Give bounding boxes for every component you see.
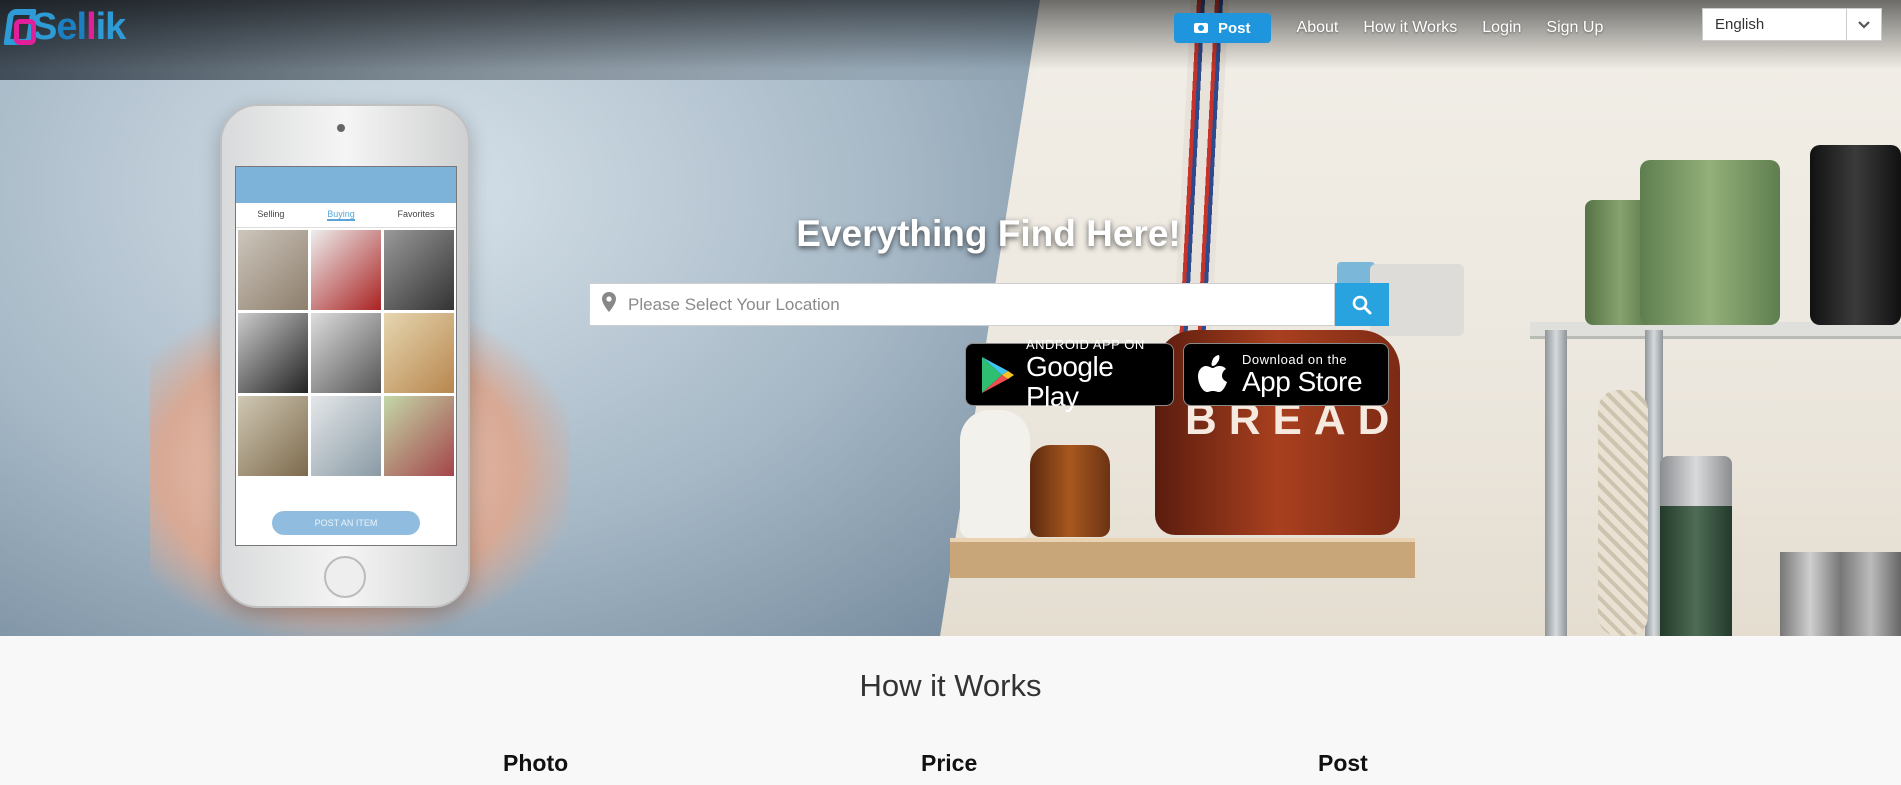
shelf-decor — [950, 538, 1415, 578]
google-play-small-text: ANDROID APP ON — [1025, 337, 1145, 352]
phone-mockup: Selling Buying Favorites POST AN ITEM — [220, 104, 470, 608]
nav-how-it-works[interactable]: How it Works — [1363, 19, 1457, 37]
logo-mark-icon — [3, 5, 38, 49]
phone-app-bar — [236, 167, 456, 203]
language-selected: English — [1715, 16, 1765, 33]
step-post-title: Post — [1318, 750, 1368, 776]
play-icon — [981, 356, 1014, 393]
item-thumbnail — [238, 396, 308, 476]
pipe-decor — [1545, 330, 1567, 636]
nav-login[interactable]: Login — [1482, 19, 1521, 37]
pot-decor — [1030, 445, 1110, 537]
search-icon — [1352, 295, 1372, 314]
site-logo[interactable]: Sellik — [3, 2, 126, 52]
map-pin-icon — [602, 292, 616, 317]
rope-decor — [1598, 390, 1648, 636]
item-thumbnail — [311, 313, 381, 393]
chevron-down-icon[interactable] — [1846, 9, 1881, 40]
logo-text: Sellik — [32, 5, 126, 48]
location-search — [589, 283, 1389, 326]
google-play-badge[interactable]: ANDROID APP ON Google Play — [965, 337, 1174, 412]
item-thumbnail — [238, 313, 308, 393]
search-button[interactable] — [1335, 283, 1389, 326]
app-store-small-text: Download on the — [1242, 352, 1348, 367]
location-field[interactable] — [589, 283, 1335, 326]
app-store-badge[interactable]: Download on the App Store — [1183, 343, 1389, 406]
phone-speaker — [337, 124, 345, 132]
google-play-big-text: Google Play — [1025, 351, 1114, 412]
item-thumbnail — [384, 396, 454, 476]
section-title: How it Works — [859, 668, 1042, 703]
header-shade — [0, 0, 1901, 70]
nav-signup[interactable]: Sign Up — [1546, 19, 1603, 37]
nav-about[interactable]: About — [1297, 19, 1339, 37]
item-thumbnail — [384, 313, 454, 393]
main-nav: Post About How it Works Login Sign Up — [1174, 13, 1603, 43]
phone-home-button — [324, 556, 366, 598]
post-button[interactable]: Post — [1174, 13, 1271, 43]
thermos-decor — [1660, 456, 1732, 506]
step-photo-title: Photo — [503, 750, 569, 776]
camera-icon — [1194, 23, 1208, 33]
item-thumbnail — [311, 396, 381, 476]
step-price-title: Price — [921, 750, 978, 776]
how-it-works-section: How it Works Photo Price Post — [0, 636, 1901, 785]
phone-item-grid — [236, 228, 456, 478]
hero-headline: Everything Find Here! — [796, 213, 1181, 254]
location-input[interactable] — [626, 293, 1334, 316]
post-button-label: Post — [1218, 19, 1251, 37]
flask-decor — [1780, 552, 1901, 636]
phone-post-item-button: POST AN ITEM — [272, 511, 420, 535]
jug-decor — [960, 410, 1030, 538]
apple-icon — [1198, 354, 1227, 392]
language-select[interactable]: English — [1702, 8, 1882, 41]
app-store-big-text: App Store — [1242, 366, 1363, 397]
